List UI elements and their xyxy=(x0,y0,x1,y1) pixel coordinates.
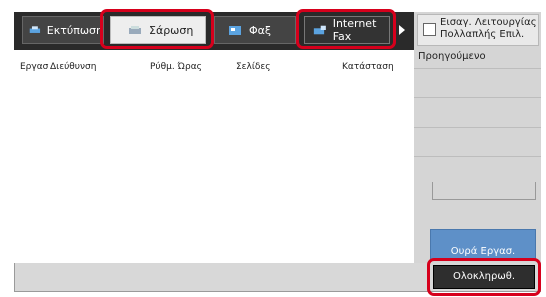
tab-print[interactable]: Εκτύπωση xyxy=(22,16,104,44)
column-pages: Σελίδες xyxy=(236,62,271,72)
checkbox-icon[interactable] xyxy=(423,23,436,36)
divider xyxy=(414,68,541,69)
scroll-right-arrow-icon[interactable] xyxy=(399,25,405,35)
printer-icon xyxy=(29,26,41,33)
job-list-area xyxy=(14,50,415,263)
tab-print-label: Εκτύπωση xyxy=(46,23,103,37)
list-scroll-box[interactable] xyxy=(432,182,536,200)
multi-select-label: Εισαγ. Λειτουργίας Πολλαπλής Επιλ. xyxy=(440,17,537,40)
divider xyxy=(414,97,541,98)
divider xyxy=(414,156,541,157)
job-queue-button[interactable]: Ουρά Εργασ. xyxy=(430,229,536,261)
tab-fax-label: Φαξ xyxy=(249,23,272,37)
tab-fax[interactable]: Φαξ xyxy=(214,16,296,44)
multi-select-toggle[interactable]: Εισαγ. Λειτουργίας Πολλαπλής Επιλ. xyxy=(417,14,539,46)
previous-button[interactable]: Προηγούμενο xyxy=(414,46,541,68)
column-time-setting: Ρύθμ. Ώρας xyxy=(150,62,202,72)
fax-icon xyxy=(229,26,241,35)
column-address: Διεύθυνση xyxy=(50,62,97,72)
divider xyxy=(414,127,541,128)
column-status: Κατάσταση xyxy=(342,62,394,72)
highlight-internet-fax-tab xyxy=(296,9,396,49)
highlight-completed-button xyxy=(427,258,541,296)
table-header: Εργασ Διεύθυνση Ρύθμ. Ώρας Σελίδες Κατάσ… xyxy=(14,56,414,78)
job-status-screen: Εκτύπωση Σάρωση Φαξ Internet Fax Εργασ Δ… xyxy=(0,0,546,297)
highlight-scan-tab xyxy=(100,9,214,49)
column-job: Εργασ xyxy=(20,62,49,72)
